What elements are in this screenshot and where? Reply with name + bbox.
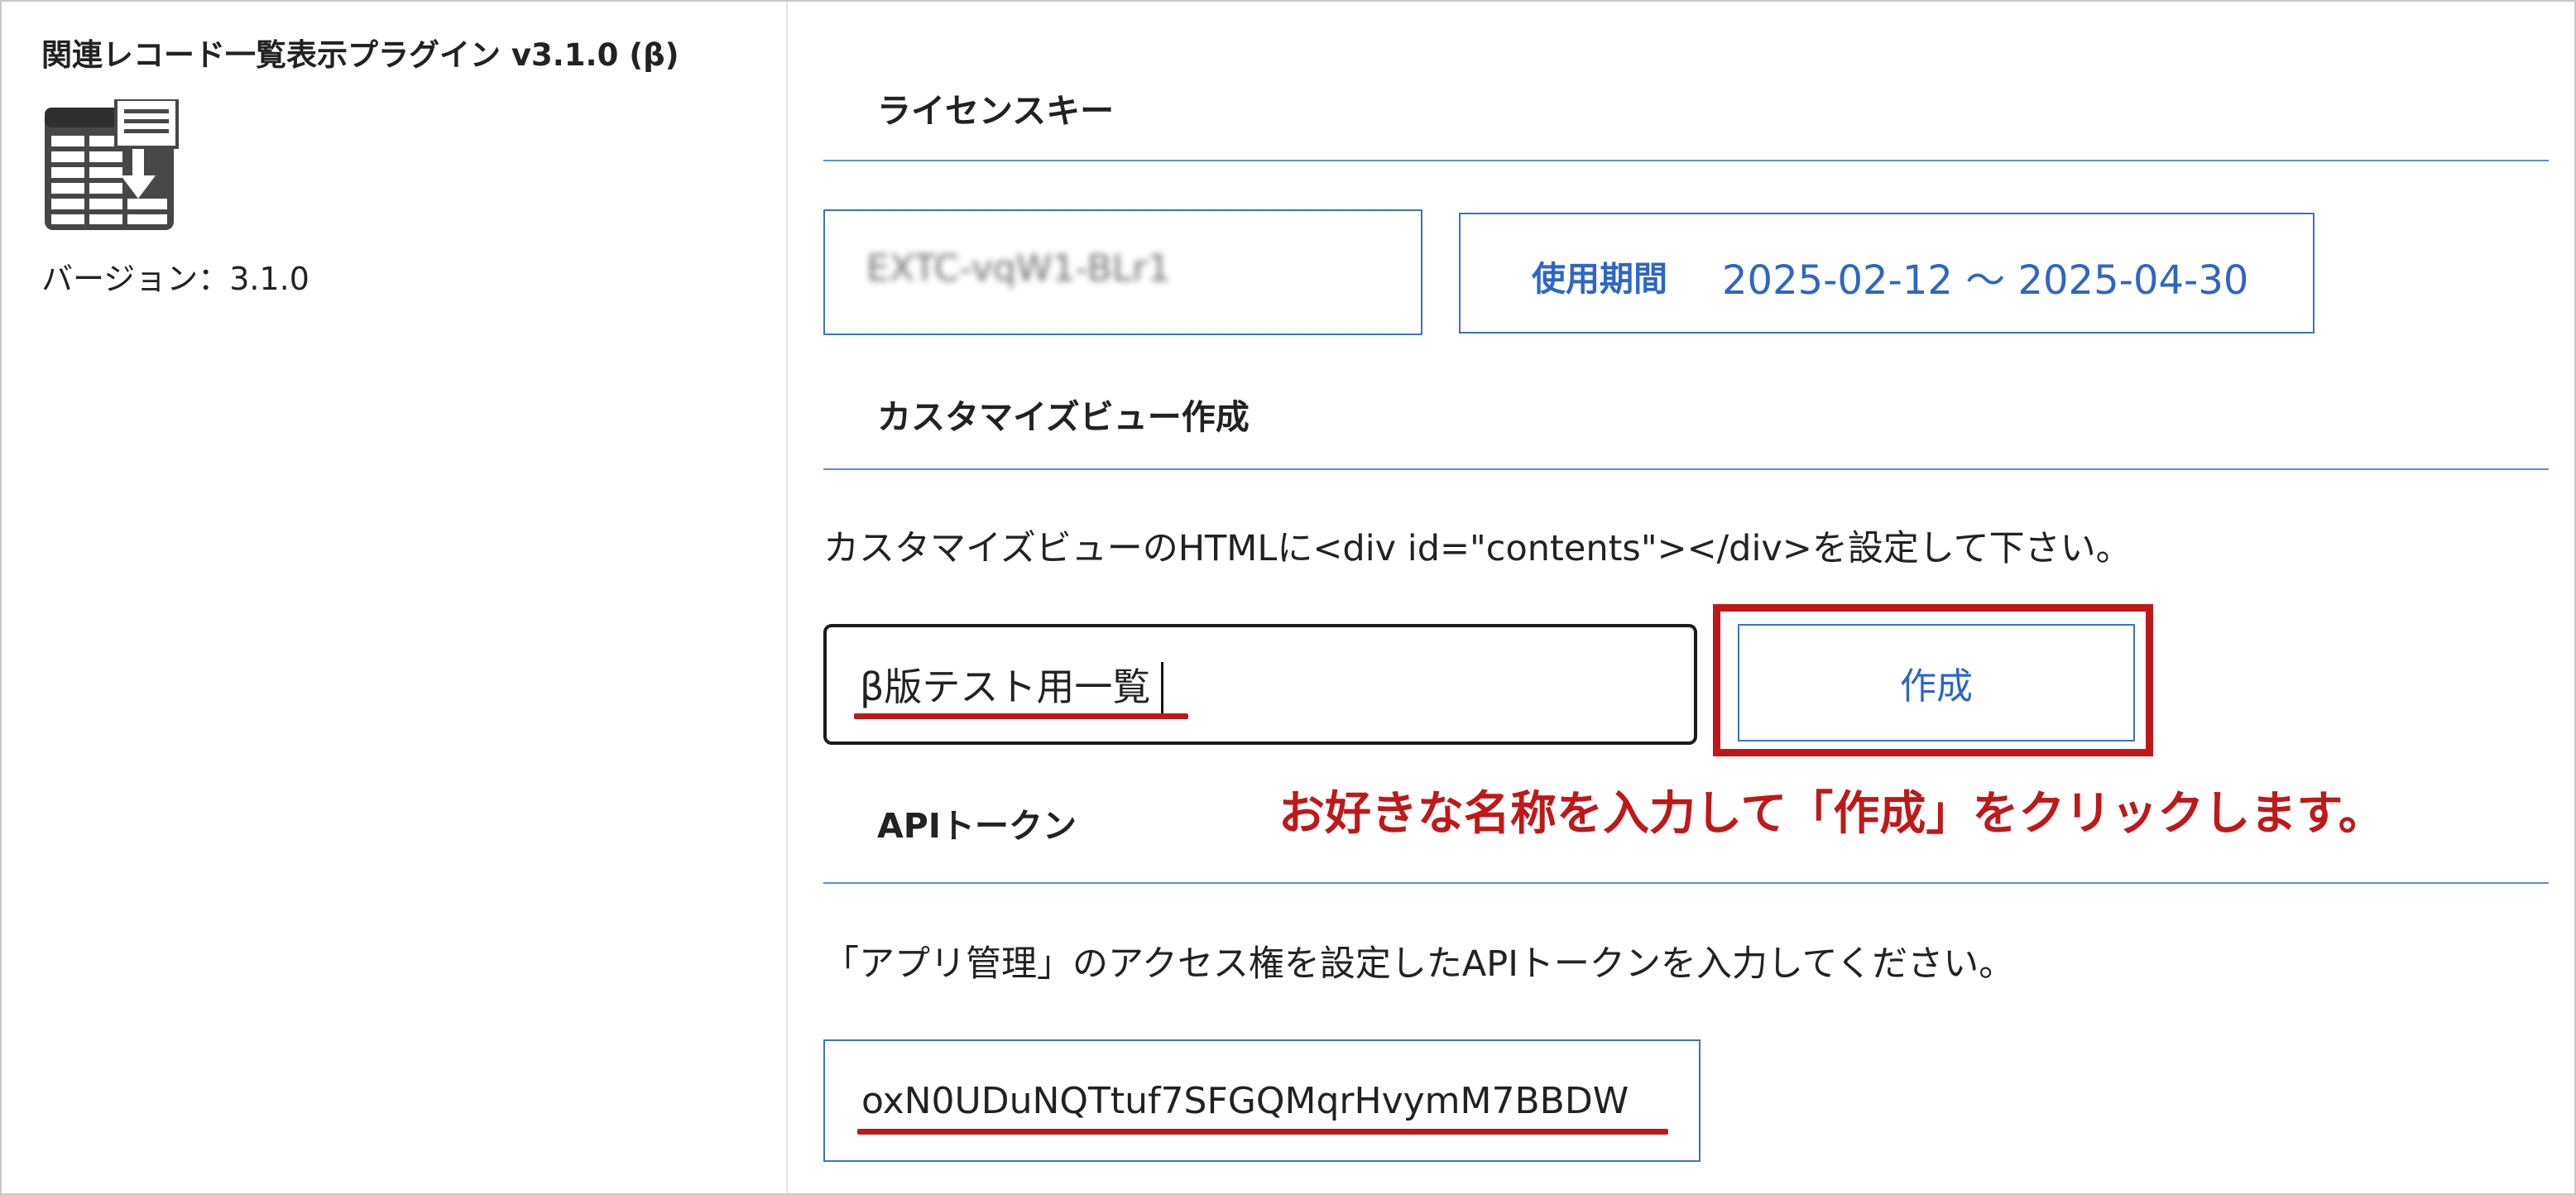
- license-key-value: EXTC-vqW1-BLr1: [866, 247, 1171, 290]
- annotation-text: お好きな名称を入力して「作成」をクリックします。: [1278, 787, 2385, 841]
- section-divider: [823, 160, 2549, 161]
- license-heading: ライセンスキー: [877, 91, 1115, 131]
- section-divider: [823, 468, 2549, 470]
- table-download-icon: [43, 98, 179, 232]
- text-caret: [1161, 662, 1163, 717]
- annotation-underline: [854, 713, 1188, 719]
- plugin-info-panel: 関連レコード一覧表示プラグイン v3.1.0 (β) バージョン：3.1.0: [2, 2, 788, 1193]
- section-divider: [823, 882, 2549, 884]
- create-button[interactable]: 作成: [1738, 624, 2135, 741]
- custom-view-description: カスタマイズビューのHTMLに<div id="contents"></div>…: [823, 528, 2132, 569]
- api-token-heading: APIトークン: [877, 806, 1077, 846]
- view-name-input[interactable]: [823, 624, 1697, 745]
- usage-period-box: 使用期間 2025-02-12 ～ 2025-04-30: [1459, 213, 2315, 334]
- usage-period-value: 2025-02-12 ～ 2025-04-30: [1722, 257, 2249, 304]
- version-label: バージョン：3.1.0: [41, 261, 309, 297]
- plugin-title: 関連レコード一覧表示プラグイン v3.1.0 (β): [41, 37, 679, 73]
- license-key-field[interactable]: EXTC-vqW1-BLr1: [823, 209, 1422, 335]
- api-token-input[interactable]: [823, 1039, 1701, 1162]
- usage-period-label: 使用期間: [1532, 259, 1667, 299]
- annotation-underline: [857, 1129, 1668, 1135]
- custom-view-heading: カスタマイズビュー作成: [877, 397, 1250, 437]
- api-token-description: 「アプリ管理」のアクセス権を設定したAPIトークンを入力してください。: [823, 943, 2015, 985]
